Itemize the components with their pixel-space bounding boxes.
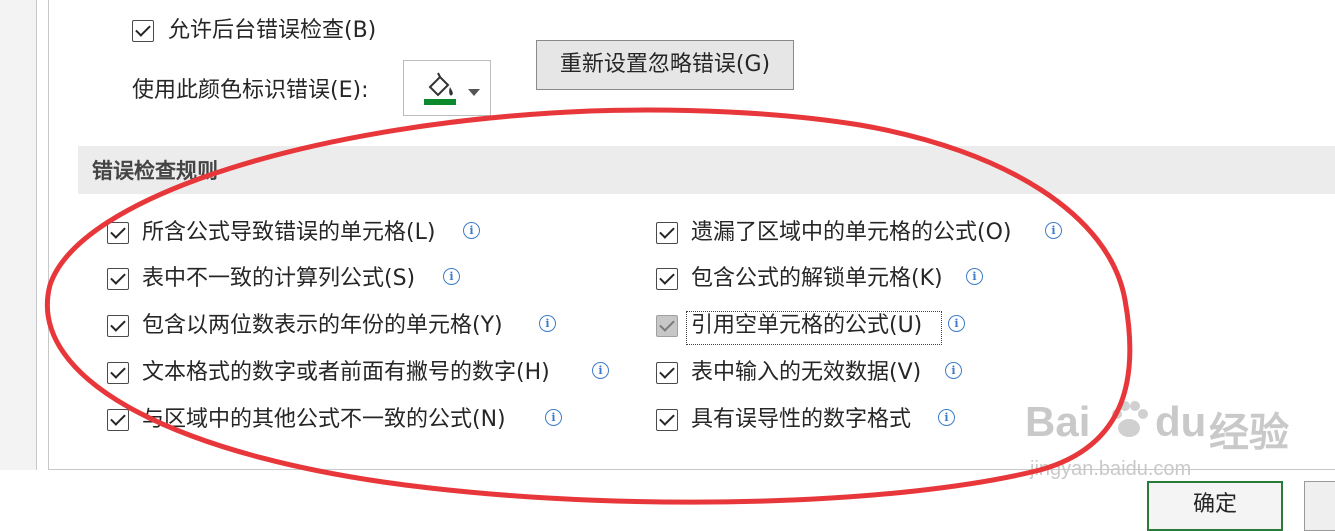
paw-icon: [1112, 401, 1148, 437]
watermark-brand: Bai: [1025, 398, 1091, 445]
rule-checkbox-left-5[interactable]: [107, 409, 129, 431]
info-icon[interactable]: i: [945, 362, 962, 379]
rule-label-right-1: 遗漏了区域中的单元格的公式(O): [691, 220, 1012, 245]
rule-checkbox-right-2[interactable]: [656, 268, 678, 290]
rule-checkbox-right-1[interactable]: [656, 222, 678, 244]
rule-checkbox-left-2[interactable]: [107, 268, 129, 290]
reset-ignored-errors-button[interactable]: 重新设置忽略错误(G): [536, 40, 794, 90]
rule-checkbox-right-4[interactable]: [656, 362, 678, 384]
rule-checkbox-right-5[interactable]: [656, 409, 678, 431]
ok-button[interactable]: 确定: [1147, 481, 1283, 531]
background-check-label: 允许后台错误检查(B): [168, 18, 377, 43]
cancel-button[interactable]: [1304, 481, 1335, 531]
rule-label-right-3: 引用空单元格的公式(U): [691, 313, 923, 338]
error-color-picker[interactable]: [403, 60, 491, 116]
rule-checkbox-left-3[interactable]: [107, 315, 129, 337]
section-title: 错误检查规则: [92, 159, 218, 183]
rule-label-right-5: 具有误导性的数字格式: [691, 407, 912, 432]
section-header: [78, 146, 1335, 194]
left-nav-strip: [0, 0, 37, 470]
rule-checkbox-right-3[interactable]: [656, 315, 678, 337]
paint-bucket-icon: [424, 72, 480, 105]
info-icon[interactable]: i: [966, 268, 983, 285]
rule-label-left-3: 包含以两位数表示的年份的单元格(Y): [142, 313, 503, 338]
info-icon[interactable]: i: [592, 362, 609, 379]
info-icon[interactable]: i: [443, 268, 460, 285]
info-icon[interactable]: i: [545, 409, 562, 426]
watermark-url: jingyan.baidu.com: [1030, 458, 1192, 480]
error-color-label: 使用此颜色标识错误(E):: [132, 78, 369, 103]
info-icon[interactable]: i: [1045, 222, 1062, 239]
rule-label-left-4: 文本格式的数字或者前面有撇号的数字(H): [142, 360, 550, 385]
watermark-cn: 经验: [1209, 410, 1289, 456]
info-icon[interactable]: i: [539, 315, 556, 332]
rule-label-left-5: 与区域中的其他公式不一致的公式(N): [142, 407, 506, 432]
rule-checkbox-left-1[interactable]: [107, 222, 129, 244]
rule-checkbox-left-4[interactable]: [107, 362, 129, 384]
rule-label-left-2: 表中不一致的计算列公式(S): [142, 266, 416, 291]
chevron-down-icon: [468, 89, 480, 96]
rule-label-right-4: 表中输入的无效数据(V): [691, 360, 922, 385]
rule-label-left-1: 所含公式导致错误的单元格(L): [142, 220, 436, 245]
info-icon[interactable]: i: [463, 222, 480, 239]
info-icon[interactable]: i: [948, 315, 965, 332]
background-check-checkbox[interactable]: [132, 20, 154, 42]
watermark-brand-2: du: [1155, 398, 1207, 445]
rule-label-right-2: 包含公式的解锁单元格(K): [691, 266, 943, 291]
info-icon[interactable]: i: [938, 409, 955, 426]
